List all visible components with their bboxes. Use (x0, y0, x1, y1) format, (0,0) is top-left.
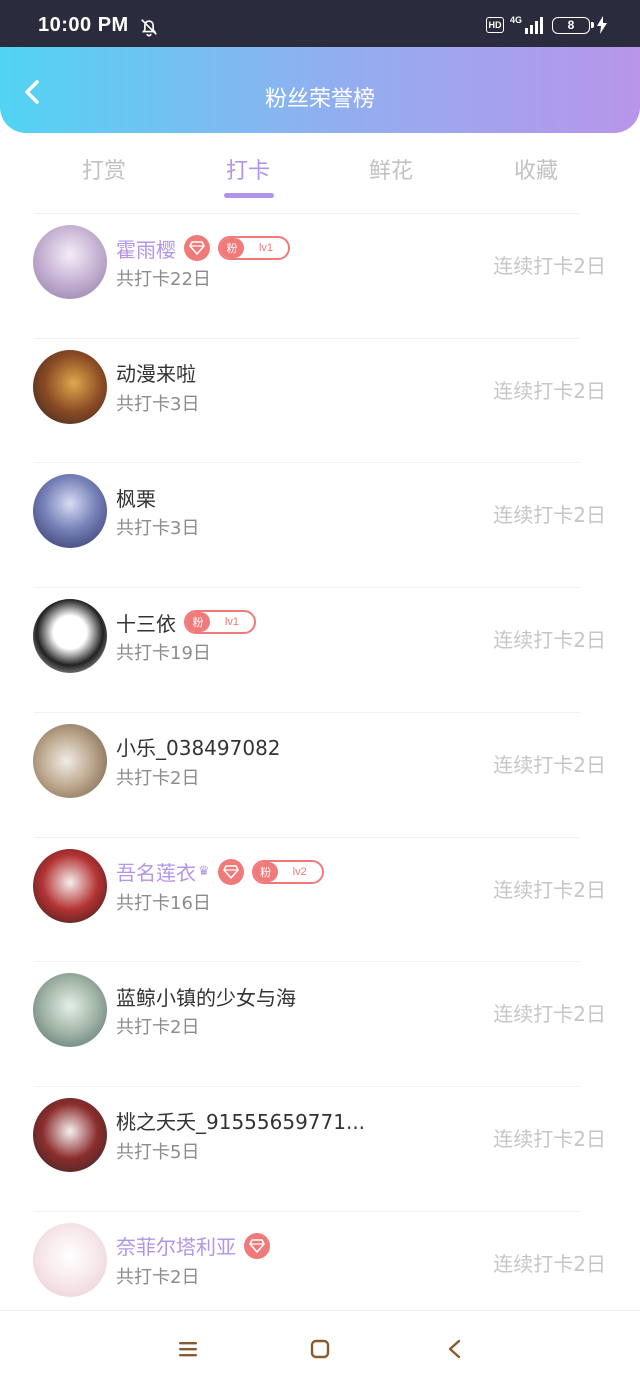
divider (34, 836, 580, 838)
user-name[interactable]: 十三依 (116, 608, 176, 637)
name-line: 十三依粉 lv1 (116, 607, 256, 637)
diamond-icon (244, 1232, 270, 1259)
streak-days: 连续打卡2日 (493, 254, 606, 278)
battery-icon: 8 (552, 16, 594, 34)
divider (34, 337, 580, 339)
name-line: 吾名莲衣 ♛ 粉 lv2 (116, 857, 324, 887)
active-tab-indicator (224, 193, 274, 198)
fan-level-badge: 粉 lv1 (184, 610, 256, 635)
avatar[interactable] (33, 1097, 107, 1172)
streak-days: 连续打卡2日 (493, 1126, 606, 1151)
list-item[interactable]: 霍雨樱 粉 lv1 共打卡22日 连续打卡2日 (0, 213, 640, 338)
signal-icon (525, 17, 543, 34)
user-name[interactable]: 小乐_038497082 (116, 732, 281, 761)
total-checkin-days: 共打卡16日 (116, 892, 211, 914)
streak-days: 连续打卡2日 (493, 1002, 606, 1027)
divider (34, 1210, 580, 1212)
name-line: 霍雨樱 粉 lv1 (116, 233, 290, 263)
list-item[interactable]: 蓝鲸小镇的少女与海共打卡2日 连续打卡2日 (0, 961, 640, 1086)
streak-days: 连续打卡2日 (493, 877, 606, 902)
charging-icon (597, 16, 607, 34)
fan-badge-label: 粉 (220, 238, 244, 258)
system-nav-bar (0, 1310, 640, 1387)
total-checkin-days: 共打卡5日 (116, 1141, 200, 1163)
avatar[interactable] (33, 848, 107, 923)
name-line: 蓝鲸小镇的少女与海 (116, 981, 296, 1011)
fan-badge-level: lv1 (224, 616, 240, 629)
fan-badge-level: lv2 (292, 865, 307, 878)
total-checkin-days: 共打卡22日 (116, 269, 211, 290)
divider (34, 961, 580, 963)
total-checkin-days: 共打卡2日 (116, 1017, 200, 1039)
user-name[interactable]: 霍雨樱 (116, 234, 176, 263)
network-label: 4G (509, 15, 522, 25)
streak-days: 连续打卡2日 (493, 378, 606, 403)
mute-bell-icon (141, 19, 157, 37)
avatar[interactable] (33, 225, 107, 299)
total-checkin-days: 共打卡2日 (116, 1266, 200, 1288)
hd-badge: HD (485, 17, 504, 33)
avatar[interactable] (33, 474, 107, 549)
streak-days: 连续打卡2日 (493, 503, 606, 528)
user-name[interactable]: 动漫来啦 (116, 358, 196, 387)
page-title: 粉丝荣誉榜 (264, 87, 375, 112)
tab-bar: 打赏 打卡 鲜花 收藏 (0, 133, 640, 203)
status-indicators: HD 4G 8 (485, 14, 608, 36)
fan-badge-label: 粉 (186, 612, 210, 633)
status-time: 10:00 PM (38, 14, 129, 36)
user-name[interactable]: 奈菲尔塔利亚 (116, 1231, 236, 1260)
user-name[interactable]: 吾名莲衣 (116, 857, 196, 886)
avatar[interactable] (33, 723, 107, 798)
divider (34, 711, 580, 713)
avatar[interactable] (33, 1222, 107, 1297)
total-checkin-days: 共打卡3日 (116, 518, 200, 540)
avatar[interactable] (33, 349, 107, 424)
tab-flowers[interactable]: 鲜花 (331, 153, 451, 185)
back-triangle-icon[interactable] (443, 1337, 467, 1361)
name-line: 小乐_038497082 (116, 732, 281, 762)
fan-level-badge: 粉 lv1 (218, 236, 290, 260)
fan-badge-level: lv1 (258, 242, 274, 254)
fan-level-badge: 粉 lv2 (251, 859, 324, 884)
divider (34, 213, 580, 214)
streak-days: 连续打卡2日 (493, 752, 606, 777)
status-bar: 10:00 PM HD 4G 8 (0, 0, 640, 47)
diamond-icon (184, 235, 210, 261)
list-item[interactable]: 桃之夭夭_91555659771... 共打卡5日 连续打卡2日 (0, 1085, 640, 1211)
header-bar: 粉丝荣誉榜 (0, 47, 640, 133)
user-name[interactable]: 桃之夭夭_91555659771... (116, 1106, 365, 1135)
streak-days: 连续打卡2日 (493, 628, 606, 653)
name-line: 奈菲尔塔利亚 (116, 1231, 270, 1261)
fan-badge-label: 粉 (253, 861, 278, 882)
avatar[interactable] (33, 599, 107, 674)
tab-reward[interactable]: 打赏 (44, 153, 164, 185)
list-item[interactable]: 吾名莲衣 ♛ 粉 lv2 共打卡16日 连续打卡2日 (0, 836, 640, 962)
user-name[interactable]: 蓝鲸小镇的少女与海 (116, 982, 296, 1011)
name-line: 桃之夭夭_91555659771... (116, 1106, 365, 1136)
streak-days: 连续打卡2日 (493, 1251, 606, 1276)
list-item[interactable]: 枫栗共打卡3日 连续打卡2日 (0, 462, 640, 587)
avatar[interactable] (33, 973, 107, 1048)
divider (34, 587, 580, 589)
divider (34, 462, 580, 464)
home-square-icon[interactable] (308, 1337, 332, 1361)
list-item[interactable]: 动漫来啦共打卡3日 连续打卡2日 (0, 337, 640, 463)
menu-icon[interactable] (176, 1337, 200, 1361)
total-checkin-days: 共打卡3日 (116, 393, 200, 415)
name-line: 枫栗 (116, 482, 156, 512)
total-checkin-days: 共打卡2日 (116, 767, 200, 789)
name-line: 动漫来啦 (116, 358, 196, 388)
list-item[interactable]: 小乐_038497082 共打卡2日 连续打卡2日 (0, 711, 640, 837)
tab-checkin[interactable]: 打卡 (188, 153, 308, 185)
user-name[interactable]: 枫栗 (116, 483, 156, 512)
diamond-icon (217, 858, 244, 885)
total-checkin-days: 共打卡19日 (116, 643, 211, 665)
tab-favorites[interactable]: 收藏 (476, 153, 596, 185)
divider (34, 1085, 580, 1087)
crown-icon: ♛ (198, 864, 210, 879)
list-item[interactable]: 十三依粉 lv1 共打卡19日 连续打卡2日 (0, 587, 640, 712)
